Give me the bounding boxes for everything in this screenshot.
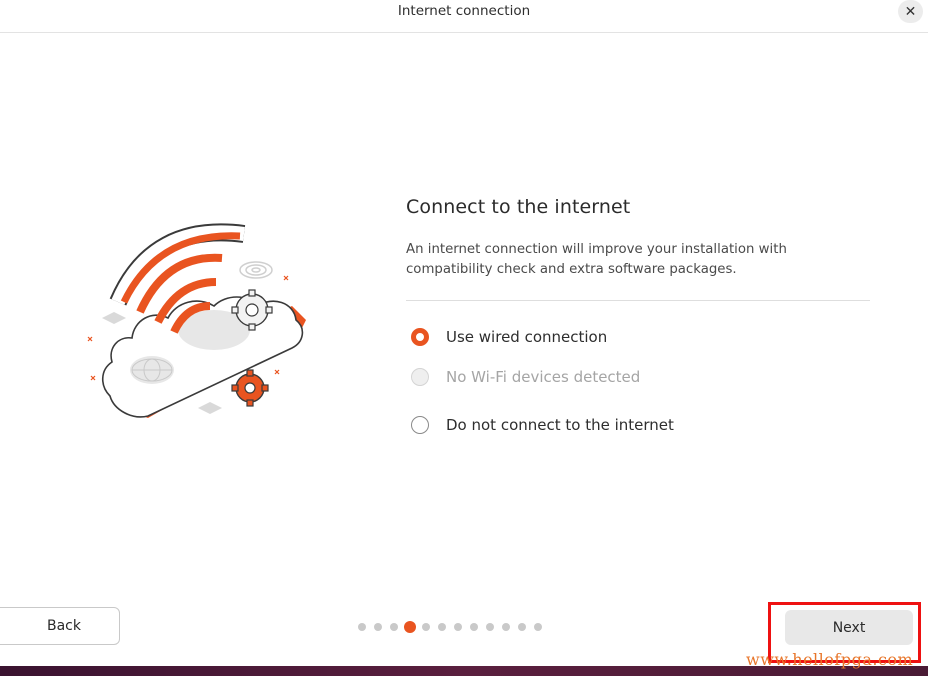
page-dot — [438, 623, 446, 631]
content-area: Connect to the internet An internet conn… — [406, 196, 870, 277]
next-button[interactable]: Next — [785, 610, 913, 645]
radio-unselected-icon — [411, 416, 429, 434]
divider — [406, 300, 870, 301]
page-dot — [486, 623, 494, 631]
page-dot — [534, 623, 542, 631]
radio-selected-icon — [411, 328, 429, 346]
page-dot-current — [404, 621, 416, 633]
radio-disabled-icon — [411, 368, 429, 386]
title-bar: Internet connection ✕ — [0, 0, 928, 33]
radio-label-no-connection: Do not connect to the internet — [446, 416, 674, 434]
page-dot — [454, 623, 462, 631]
radio-label-wifi: No Wi-Fi devices detected — [446, 368, 641, 386]
back-button[interactable]: Back — [0, 607, 120, 645]
window-title: Internet connection — [397, 3, 531, 19]
page-dot — [358, 623, 366, 631]
page-description: An internet connection will improve your… — [406, 242, 787, 277]
pagination-dots — [358, 620, 550, 634]
close-icon: ✕ — [904, 3, 917, 20]
page-dot — [470, 623, 478, 631]
page-dot — [518, 623, 526, 631]
radio-label-wired: Use wired connection — [446, 328, 608, 346]
page-dot — [374, 623, 382, 631]
page-dot — [422, 623, 430, 631]
watermark: www.hellofpga.com — [746, 650, 914, 669]
close-button[interactable]: ✕ — [898, 0, 923, 23]
radio-wired[interactable]: Use wired connection — [411, 328, 607, 346]
radio-wifi: No Wi-Fi devices detected — [411, 368, 640, 386]
wifi-cloud-illustration — [87, 223, 306, 418]
page-dot — [390, 623, 398, 631]
page-heading: Connect to the internet — [406, 196, 631, 218]
page-dot — [502, 623, 510, 631]
radio-no-connection[interactable]: Do not connect to the internet — [411, 416, 674, 434]
